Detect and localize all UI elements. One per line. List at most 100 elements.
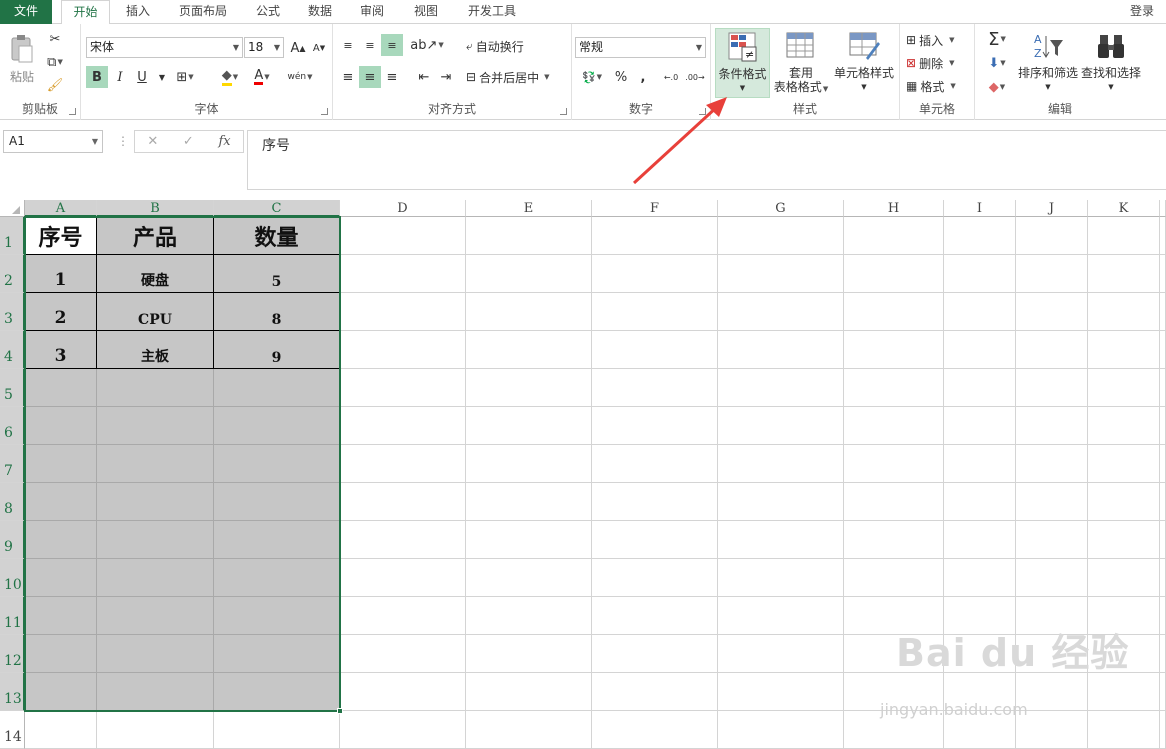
cell[interactable] bbox=[1088, 293, 1160, 331]
underline-dropdown-icon[interactable]: ▼ bbox=[151, 66, 173, 88]
cell[interactable] bbox=[214, 445, 340, 483]
cell[interactable] bbox=[718, 483, 844, 521]
cell[interactable] bbox=[1160, 331, 1166, 369]
cell[interactable] bbox=[1016, 293, 1088, 331]
autosum-icon[interactable]: Σ ▼ bbox=[981, 28, 1013, 50]
column-header-g[interactable]: G bbox=[718, 200, 844, 217]
cell[interactable] bbox=[592, 293, 718, 331]
cell[interactable] bbox=[340, 293, 466, 331]
row-header-2[interactable]: 2 bbox=[0, 255, 25, 293]
cell[interactable] bbox=[592, 597, 718, 635]
cell[interactable] bbox=[718, 521, 844, 559]
cell[interactable] bbox=[25, 369, 97, 407]
cell[interactable] bbox=[340, 521, 466, 559]
row-header-13[interactable]: 13 bbox=[0, 673, 25, 711]
row-header-5[interactable]: 5 bbox=[0, 369, 25, 407]
cell[interactable] bbox=[466, 217, 592, 255]
cell[interactable] bbox=[1160, 369, 1166, 407]
cell[interactable] bbox=[340, 217, 466, 255]
column-header-i[interactable]: I bbox=[944, 200, 1016, 217]
cell[interactable] bbox=[718, 711, 844, 749]
tab-home[interactable]: 开始 bbox=[61, 0, 110, 25]
cell[interactable] bbox=[97, 445, 214, 483]
column-header-b[interactable]: B bbox=[97, 200, 214, 217]
cell[interactable] bbox=[592, 483, 718, 521]
wrap-text-button[interactable]: ⤶ 自动换行 bbox=[466, 36, 524, 56]
formula-bar-splitter[interactable]: ⋮ bbox=[117, 134, 129, 148]
insert-function-icon[interactable]: fx bbox=[218, 134, 230, 149]
cell[interactable] bbox=[466, 635, 592, 673]
font-launcher-icon[interactable] bbox=[321, 108, 328, 115]
column-header-a[interactable]: A bbox=[25, 200, 97, 217]
cell[interactable] bbox=[466, 521, 592, 559]
clear-icon[interactable]: ◆ ▼ bbox=[981, 76, 1013, 98]
row-header-6[interactable]: 6 bbox=[0, 407, 25, 445]
cell[interactable] bbox=[718, 255, 844, 293]
format-cells-button[interactable]: ▦ 格式 ▼ bbox=[906, 76, 956, 96]
cell[interactable] bbox=[1088, 369, 1160, 407]
column-header-k[interactable]: K bbox=[1088, 200, 1160, 217]
cell[interactable] bbox=[25, 635, 97, 673]
column-header-f[interactable]: F bbox=[592, 200, 718, 217]
row-header-12[interactable]: 12 bbox=[0, 635, 25, 673]
login-link[interactable]: 登录 bbox=[1130, 0, 1154, 23]
cell[interactable] bbox=[214, 559, 340, 597]
alignment-launcher-icon[interactable] bbox=[560, 108, 567, 115]
tab-insert[interactable]: 插入 bbox=[116, 0, 160, 24]
tab-file[interactable]: 文件 bbox=[0, 0, 52, 24]
insert-cells-button[interactable]: ⊞ 插入 ▼ bbox=[906, 30, 954, 50]
cell[interactable] bbox=[844, 521, 944, 559]
enter-icon[interactable]: ✓ bbox=[183, 134, 194, 149]
cell[interactable] bbox=[592, 331, 718, 369]
column-header-j[interactable]: J bbox=[1016, 200, 1088, 217]
cell[interactable] bbox=[1088, 521, 1160, 559]
cell[interactable] bbox=[25, 407, 97, 445]
cell[interactable] bbox=[844, 369, 944, 407]
cell[interactable] bbox=[1160, 293, 1166, 331]
cell-styles-button[interactable]: 单元格样式 ▼ bbox=[831, 28, 897, 98]
cell[interactable] bbox=[25, 483, 97, 521]
cell[interactable] bbox=[592, 369, 718, 407]
decrease-decimal-button[interactable]: .00→ bbox=[683, 66, 707, 88]
cell[interactable] bbox=[718, 407, 844, 445]
cell[interactable]: 硬盘 bbox=[97, 255, 214, 293]
cell[interactable] bbox=[1160, 711, 1166, 749]
cell[interactable] bbox=[340, 369, 466, 407]
cell[interactable] bbox=[944, 255, 1016, 293]
cell[interactable] bbox=[1088, 483, 1160, 521]
cell[interactable] bbox=[844, 483, 944, 521]
tab-developer[interactable]: 开发工具 bbox=[458, 0, 526, 24]
font-color-button[interactable]: A ▼ bbox=[251, 66, 273, 88]
column-header-h[interactable]: H bbox=[844, 200, 944, 217]
cell[interactable] bbox=[1016, 369, 1088, 407]
cell[interactable] bbox=[1016, 331, 1088, 369]
cell[interactable] bbox=[844, 217, 944, 255]
cell[interactable]: CPU bbox=[97, 293, 214, 331]
cell[interactable] bbox=[1160, 521, 1166, 559]
tab-review[interactable]: 审阅 bbox=[350, 0, 394, 24]
cell[interactable] bbox=[592, 255, 718, 293]
cell[interactable] bbox=[844, 293, 944, 331]
cell[interactable] bbox=[466, 483, 592, 521]
cell[interactable] bbox=[1160, 255, 1166, 293]
cell[interactable] bbox=[592, 559, 718, 597]
cell[interactable] bbox=[944, 483, 1016, 521]
tab-page-layout[interactable]: 页面布局 bbox=[168, 0, 238, 24]
cell[interactable] bbox=[1088, 673, 1160, 711]
cell[interactable]: 产品 bbox=[97, 217, 214, 255]
cell[interactable] bbox=[340, 711, 466, 749]
cell[interactable] bbox=[1016, 407, 1088, 445]
cell[interactable] bbox=[592, 445, 718, 483]
cell[interactable] bbox=[1160, 673, 1166, 711]
fill-icon[interactable]: ⬇ ▼ bbox=[981, 52, 1013, 74]
cell[interactable] bbox=[1088, 407, 1160, 445]
cell[interactable] bbox=[214, 597, 340, 635]
align-bottom-icon[interactable]: ≡ bbox=[381, 34, 403, 56]
row-header-14[interactable]: 14 bbox=[0, 711, 25, 749]
conditional-formatting-button[interactable]: ≠ 条件格式 ▼ bbox=[715, 28, 770, 98]
cell[interactable] bbox=[1016, 255, 1088, 293]
number-format-select[interactable]: 常规 ▼ bbox=[575, 37, 706, 58]
cell[interactable] bbox=[718, 597, 844, 635]
cell[interactable] bbox=[1016, 559, 1088, 597]
cell[interactable] bbox=[25, 673, 97, 711]
